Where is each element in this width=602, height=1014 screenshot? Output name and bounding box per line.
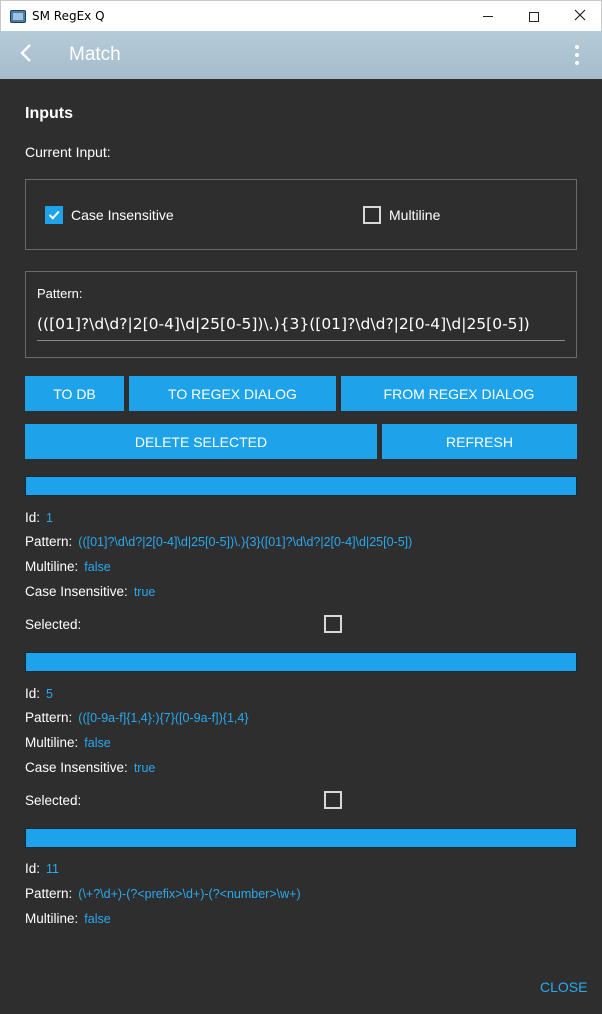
pattern-input[interactable]: (([01]?\d\d?|2[0-4]\d|25[0-5])\.){3}([01…: [37, 315, 565, 341]
record-selected-label: Selected:: [25, 793, 82, 808]
app-bar: Match: [0, 31, 602, 79]
pattern-label: Pattern:: [37, 286, 83, 301]
record-separator: [25, 652, 577, 672]
multiline-label: Multiline: [389, 207, 441, 223]
app-icon: [10, 9, 26, 23]
record-case-insensitive: Case Insensitive: true: [25, 760, 156, 775]
chevron-left-icon: [19, 43, 33, 68]
multiline-checkbox[interactable]: [363, 206, 381, 224]
check-icon: [48, 210, 60, 220]
from-regex-dialog-button[interactable]: FROM REGEX DIALOG: [341, 376, 577, 411]
record-multiline: Multiline: false: [25, 559, 111, 574]
minimize-icon: [483, 16, 493, 17]
case-insensitive-checkbox[interactable]: [45, 206, 63, 224]
record-multiline: Multiline: false: [25, 735, 111, 750]
close-button[interactable]: CLOSE: [540, 979, 587, 995]
record-separator: [25, 476, 577, 496]
current-input-label: Current Input:: [25, 144, 111, 160]
record-selected-checkbox[interactable]: [324, 615, 342, 633]
record-separator: [25, 828, 577, 848]
case-insensitive-label: Case Insensitive: [71, 207, 174, 223]
to-regex-dialog-button[interactable]: TO REGEX DIALOG: [129, 376, 336, 411]
record-selected-checkbox[interactable]: [324, 791, 342, 809]
delete-selected-button[interactable]: DELETE SELECTED: [25, 424, 377, 459]
to-db-button[interactable]: TO DB: [25, 376, 124, 411]
record-selected-label: Selected:: [25, 617, 82, 632]
inputs-heading: Inputs: [25, 105, 73, 122]
more-vert-icon[interactable]: [568, 43, 586, 67]
pattern-group: Pattern: (([01]?\d\d?|2[0-4]\d|25[0-5])\…: [25, 271, 577, 358]
record-id: Id: 11: [25, 861, 59, 876]
minimize-button[interactable]: [465, 1, 511, 32]
record-id: Id: 5: [25, 686, 53, 701]
maximize-button[interactable]: [511, 1, 557, 32]
record-id: Id: 1: [25, 510, 53, 525]
record-pattern: Pattern: (([0-9a-f]{1,4}:){7}([0-9a-f]){1…: [25, 710, 249, 725]
options-group: Case Insensitive Multiline: [25, 179, 577, 250]
record-case-insensitive: Case Insensitive: true: [25, 584, 156, 599]
refresh-button[interactable]: REFRESH: [382, 424, 577, 459]
window-title: SM RegEx Q: [32, 9, 105, 23]
window-close-button[interactable]: [557, 1, 602, 32]
close-icon: [574, 9, 586, 25]
record-pattern: Pattern: (\+?\d+)-(?<prefix>\d+)-(?<numbe…: [25, 886, 301, 901]
content-area: Inputs Current Input: Case Insensitive M…: [0, 79, 602, 1014]
window-titlebar: SM RegEx Q: [0, 0, 602, 31]
page-title: Match: [69, 44, 121, 65]
back-button[interactable]: [14, 41, 38, 69]
maximize-icon: [529, 11, 539, 22]
record-pattern: Pattern: (([01]?\d\d?|2[0-4]\d|25[0-5])\.…: [25, 534, 413, 549]
record-multiline: Multiline: false: [25, 911, 111, 926]
